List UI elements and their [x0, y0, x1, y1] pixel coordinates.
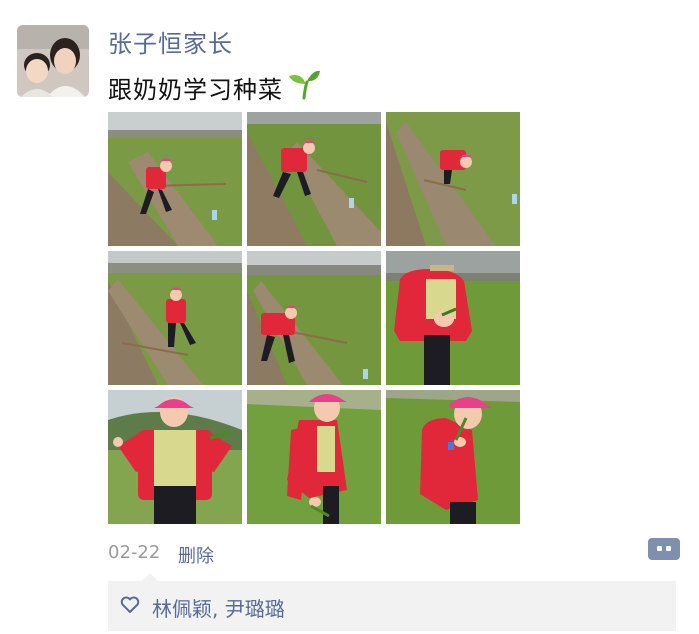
post-text-content: 跟奶奶学习种菜	[108, 75, 283, 104]
more-actions-button[interactable]	[648, 538, 680, 560]
photo-5[interactable]	[247, 251, 381, 385]
dots-icon	[657, 546, 662, 551]
dots-icon-2	[666, 546, 671, 551]
photo-7[interactable]	[108, 390, 242, 524]
photo-1[interactable]	[108, 112, 242, 246]
author-name[interactable]: 张子恒家长	[108, 24, 233, 59]
photo-grid	[108, 112, 520, 524]
heart-outline-icon	[120, 596, 140, 618]
photo-2[interactable]	[247, 112, 381, 246]
delete-button[interactable]: 删除	[178, 542, 214, 568]
photo-4[interactable]	[108, 251, 242, 385]
post-time: 02-22	[108, 542, 161, 563]
avatar[interactable]	[17, 25, 89, 97]
liker-names[interactable]: 林佩颖, 尹璐璐	[152, 593, 285, 622]
photo-3[interactable]	[386, 112, 520, 246]
photo-8[interactable]	[247, 390, 381, 524]
likes-arrow	[142, 573, 158, 581]
photo-9[interactable]	[386, 390, 520, 524]
post-text: 跟奶奶学习种菜	[108, 68, 321, 106]
likes-panel: 林佩颖, 尹璐璐	[108, 573, 676, 631]
photo-6[interactable]	[386, 251, 520, 385]
sprout-icon	[287, 68, 321, 106]
